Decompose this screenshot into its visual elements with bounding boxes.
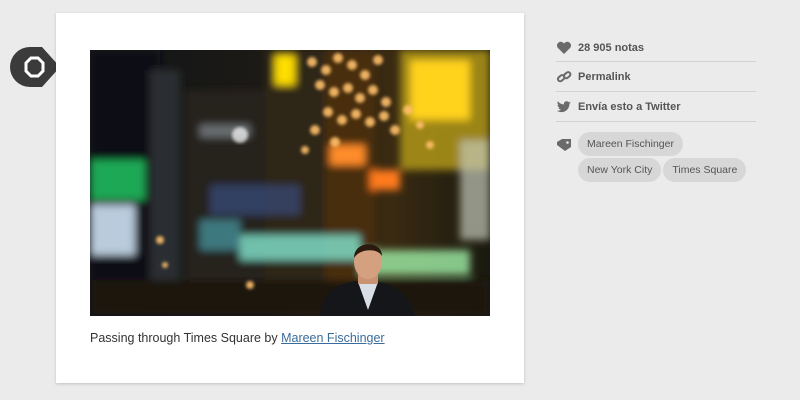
tag-new-york-city[interactable]: New York City [578, 158, 662, 182]
permalink-label: Permalink [578, 70, 631, 83]
tag-icon [556, 138, 572, 152]
photo-post: Passing through Times Square by Mareen F… [56, 13, 524, 383]
share-twitter-link[interactable]: Envía esto a Twitter [556, 92, 756, 122]
tag-list: Mareen FischingerNew York City Times Squa… [556, 132, 756, 184]
post-meta-sidebar: 28 905 notas Permalink Envía esto a Twit… [556, 34, 756, 184]
camera-icon [10, 47, 60, 87]
twitter-bird-icon [556, 100, 572, 114]
notes-label: 28 905 notas [578, 41, 645, 54]
post-caption: Passing through Times Square by Mareen F… [90, 331, 385, 345]
twitter-label: Envía esto a Twitter [578, 100, 681, 113]
caption-author-link[interactable]: Mareen Fischinger [281, 331, 385, 345]
tag-mareen-fischinger[interactable]: Mareen Fischinger [578, 132, 683, 156]
link-icon [556, 70, 572, 84]
notes-count[interactable]: 28 905 notas [556, 34, 756, 62]
heart-icon [556, 41, 572, 55]
tag-times-square[interactable]: Times Square [663, 158, 747, 182]
permalink-link[interactable]: Permalink [556, 62, 756, 92]
caption-text: Passing through Times Square by [90, 331, 282, 345]
post-photo[interactable] [90, 50, 490, 316]
